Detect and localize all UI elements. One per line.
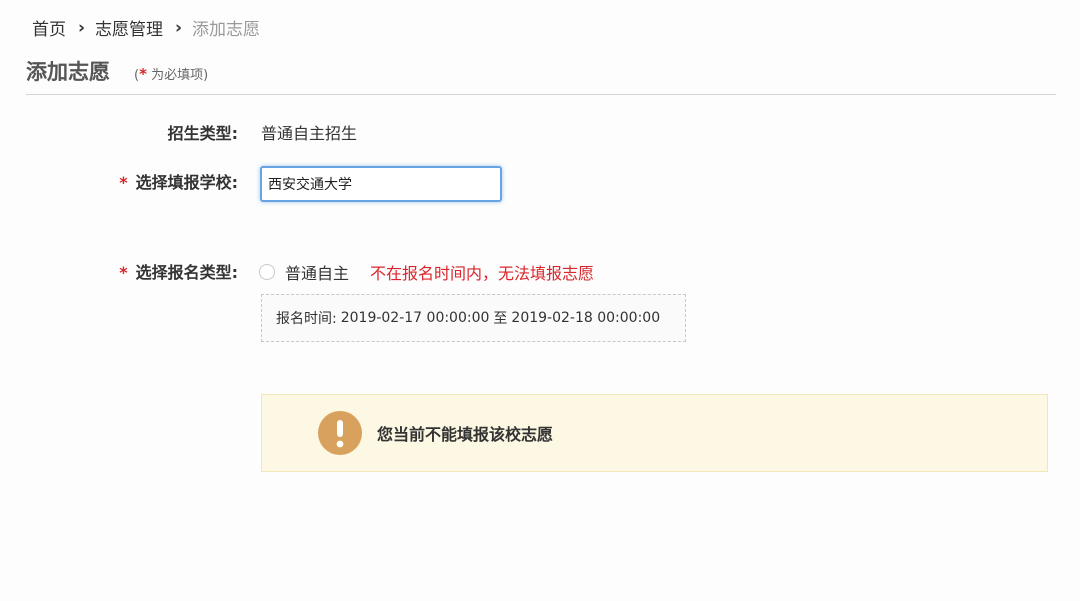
chevron-right-icon: ›	[175, 17, 183, 38]
apply-time-label: 报名时间:	[276, 311, 337, 327]
exclamation-icon	[318, 411, 362, 455]
chevron-right-icon: ›	[78, 17, 86, 38]
apply-time-start: 2019-02-17 00:00:00	[340, 310, 490, 326]
school-label-text: 选择填报学校:	[135, 173, 238, 192]
recruit-type-label: 招生类型:	[167, 124, 238, 143]
school-input[interactable]	[260, 166, 502, 202]
apply-type-radio[interactable]	[259, 264, 275, 280]
school-label: * 选择填报学校:	[119, 169, 238, 193]
breadcrumb: 首页 › 志愿管理 › 添加志愿	[32, 15, 261, 41]
page-header: 添加志愿 (* 为必填项)	[26, 56, 208, 86]
breadcrumb-home-link[interactable]: 首页	[32, 15, 66, 40]
apply-type-option-label[interactable]: 普通自主	[285, 260, 349, 284]
apply-time-box: 报名时间: 2019-02-17 00:00:00 至 2019-02-18 0…	[261, 294, 686, 342]
apply-time-warning: 不在报名时间内，无法填报志愿	[370, 264, 595, 283]
apply-type-label: * 选择报名类型:	[119, 259, 238, 283]
required-mark: *	[119, 173, 128, 192]
recruit-type-value: 普通自主招生	[261, 124, 358, 143]
header-divider	[26, 94, 1056, 95]
alert-message: 您当前不能填报该校志愿	[377, 425, 554, 444]
required-mark: *	[119, 263, 128, 282]
breadcrumb-current: 添加志愿	[192, 20, 261, 40]
apply-time-to: 至	[493, 311, 508, 327]
required-note-text: 为必填项)	[146, 68, 209, 83]
warning-alert: 您当前不能填报该校志愿	[261, 394, 1048, 472]
breadcrumb-section-link[interactable]: 志愿管理	[95, 15, 163, 40]
apply-time-end: 2019-02-18 00:00:00	[511, 310, 661, 326]
required-star: *	[139, 65, 147, 83]
page-title: 添加志愿	[26, 60, 110, 84]
required-note: (* 为必填项)	[134, 64, 208, 83]
apply-type-label-text: 选择报名类型:	[135, 263, 238, 282]
